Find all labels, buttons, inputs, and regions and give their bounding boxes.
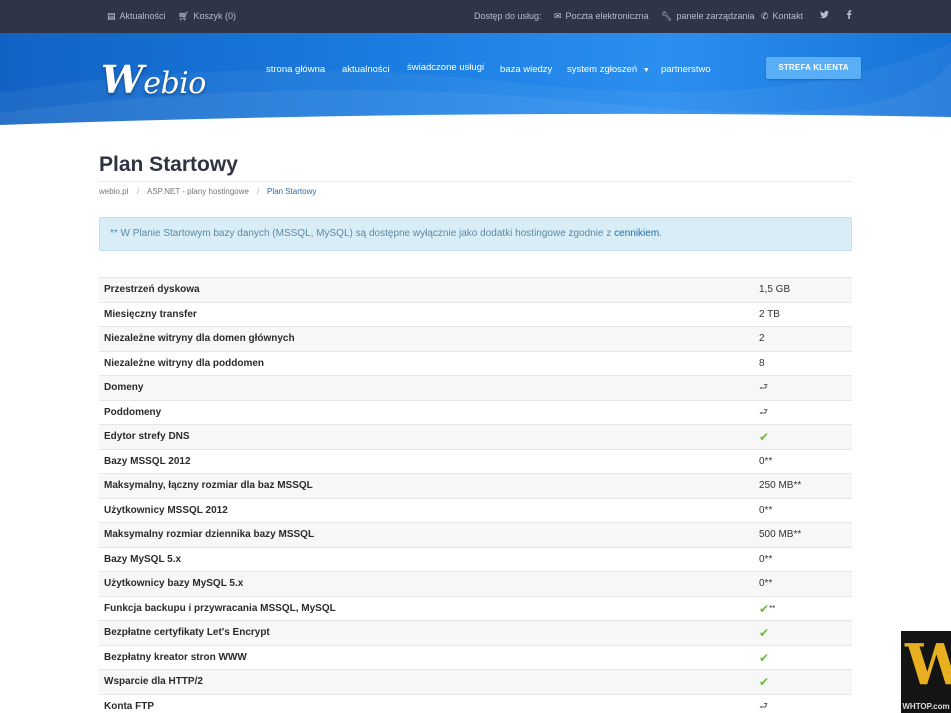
- feature-value: 2 TB: [759, 308, 780, 320]
- feature-link[interactable]: ⮐: [759, 401, 768, 425]
- twitter-icon[interactable]: [820, 0, 829, 33]
- caret-down-icon: ▼: [642, 67, 650, 74]
- table-row: Bazy MSSQL 2012 0**: [99, 448, 852, 474]
- feature-label: Funkcja backupu i przywracania MSSQL, My…: [104, 602, 336, 614]
- feature-label: Poddomeny: [104, 406, 162, 418]
- checkmark-icon: ✔: [759, 601, 770, 616]
- table-row: Poddomeny ⮐: [99, 399, 852, 425]
- table-row: Niezależne witryny dla domen głównych 2: [99, 326, 852, 351]
- feature-included: ✔: [759, 670, 769, 696]
- feature-value: 500 MB**: [759, 529, 802, 540]
- table-row: Użytkownicy MSSQL 2012 0**: [99, 497, 852, 523]
- link-icon: ⮐: [759, 382, 768, 393]
- feature-included: ✔: [759, 646, 769, 672]
- feature-label: Użytkownicy bazy MySQL 5.x: [104, 578, 244, 589]
- link-icon: ⮐: [759, 406, 768, 418]
- table-row: Niezależne witryny dla poddomen 8: [99, 350, 852, 376]
- nav-news[interactable]: aktualności: [342, 64, 390, 75]
- feature-included: ✔: [759, 621, 769, 647]
- feature-link[interactable]: ⮐: [759, 376, 768, 400]
- nav-services[interactable]: świadczone usługi: [407, 62, 484, 73]
- title-divider: [99, 181, 852, 182]
- link-icon: ⮐: [759, 700, 768, 712]
- news-link[interactable]: ▤ Aktualności: [107, 0, 166, 33]
- cart-icon: 🛒︎: [178, 11, 190, 21]
- feature-label: Niezależne witryny dla poddomen: [104, 357, 265, 369]
- nav-knowledge-base[interactable]: baza wiedzy: [500, 64, 552, 75]
- info-note: ** W Planie Startowym bazy danych (MSSQL…: [99, 217, 852, 251]
- nav-home[interactable]: strona główna: [266, 64, 325, 75]
- feature-value: 250 MB**: [759, 480, 802, 491]
- table-row: Maksymalny rozmiar dziennika bazy MSSQL 5…: [99, 522, 852, 547]
- feature-value: 1,5 GB: [759, 284, 791, 295]
- feature-value: 0**: [759, 553, 773, 565]
- checkmark-icon: ✔: [759, 430, 770, 444]
- feature-included: ✔: [759, 425, 769, 451]
- feature-label: Użytkownicy MSSQL 2012: [104, 504, 228, 516]
- feature-value: 8: [759, 357, 765, 369]
- table-row: Użytkownicy bazy MySQL 5.x 0**: [99, 571, 852, 596]
- feature-label: Bazy MySQL 5.x: [104, 553, 182, 565]
- checkmark-icon: ✔: [759, 626, 770, 640]
- feature-label: Domeny: [104, 382, 144, 393]
- feature-value: 0**: [759, 578, 773, 589]
- table-row: Bazy MySQL 5.x 0**: [99, 546, 852, 572]
- breadcrumb-separator: /: [137, 187, 140, 196]
- client-area-button[interactable]: STREFA KLIENTA: [766, 57, 861, 79]
- checkmark-icon: ✔: [759, 650, 770, 665]
- feature-label: Edytor strefy DNS: [104, 431, 190, 442]
- site-header: Webio strona główna aktualności świadczo…: [0, 33, 951, 127]
- table-row: Domeny ⮐: [99, 375, 852, 400]
- nav-partnership[interactable]: partnerstwo: [661, 64, 711, 75]
- table-row: Wsparcie dla HTTP/2 ✔: [99, 669, 852, 694]
- wrench-icon: 🔧︎: [661, 11, 673, 21]
- page-title: Plan Startowy: [99, 153, 238, 176]
- table-row: Maksymalny, łączny rozmiar dla baz MSSQL…: [99, 473, 852, 498]
- breadcrumb-home[interactable]: webio.pl: [99, 187, 128, 196]
- feature-value: 0**: [759, 455, 773, 467]
- table-row: Edytor strefy DNS ✔: [99, 424, 852, 449]
- breadcrumb-current: Plan Startowy: [267, 187, 317, 196]
- table-row: Bezpłatne certyfikaty Let's Encrypt ✔: [99, 620, 852, 645]
- feature-link[interactable]: ⮐: [759, 695, 768, 713]
- table-row: Konta FTP ⮐: [99, 693, 852, 713]
- feature-label: Bezpłatny kreator stron WWW: [104, 651, 247, 663]
- table-row: Przestrzeń dyskowa 1,5 GB: [99, 277, 852, 302]
- access-label: Dostęp do usług:: [474, 11, 542, 21]
- whtop-badge: W WHTOP.com: [901, 631, 951, 713]
- feature-label: Miesięczny transfer: [104, 308, 197, 320]
- facebook-icon[interactable]: [846, 0, 852, 33]
- feature-value: 0**: [759, 504, 773, 516]
- checkmark-icon: ✔: [759, 675, 770, 689]
- breadcrumb-separator: /: [257, 187, 260, 196]
- feature-value: 2: [759, 333, 765, 344]
- feature-label: Maksymalny rozmiar dziennika bazy MSSQL: [104, 529, 315, 540]
- pricing-link[interactable]: cennikiem: [614, 228, 659, 239]
- webio-logo[interactable]: Webio: [101, 57, 206, 102]
- table-row: Funkcja backupu i przywracania MSSQL, My…: [99, 595, 852, 623]
- feature-label: Konta FTP: [104, 700, 154, 712]
- cart-link[interactable]: 🛒︎ Koszyk (0): [178, 0, 236, 33]
- panels-link[interactable]: 🔧︎ panele zarządzania: [661, 0, 755, 33]
- table-row: Bezpłatny kreator stron WWW ✔: [99, 644, 852, 672]
- feature-label: Bezpłatne certyfikaty Let's Encrypt: [104, 627, 270, 638]
- breadcrumb-asp-plans[interactable]: ASP.NET - plany hostingowe: [147, 187, 249, 196]
- feature-label: Wsparcie dla HTTP/2: [104, 676, 203, 687]
- mail-link[interactable]: ✉ Poczta elektroniczna: [554, 0, 649, 33]
- feature-included: ✔**: [759, 597, 775, 623]
- phone-icon: ✆: [761, 11, 769, 21]
- top-bar: ▤ Aktualności 🛒︎ Koszyk (0) Dostęp do usłu…: [0, 0, 951, 33]
- newspaper-icon: ▤: [107, 11, 116, 21]
- feature-label: Przestrzeń dyskowa: [104, 284, 200, 295]
- table-row: Miesięczny transfer 2 TB: [99, 301, 852, 327]
- feature-label: Niezależne witryny dla domen głównych: [104, 333, 295, 344]
- envelope-icon: ✉: [554, 11, 562, 21]
- contact-link[interactable]: ✆ Kontakt: [761, 0, 803, 33]
- feature-label: Maksymalny, łączny rozmiar dla baz MSSQL: [104, 480, 313, 491]
- feature-label: Bazy MSSQL 2012: [104, 455, 191, 467]
- nav-ticket-system[interactable]: system zgłoszeń ▼: [567, 64, 650, 75]
